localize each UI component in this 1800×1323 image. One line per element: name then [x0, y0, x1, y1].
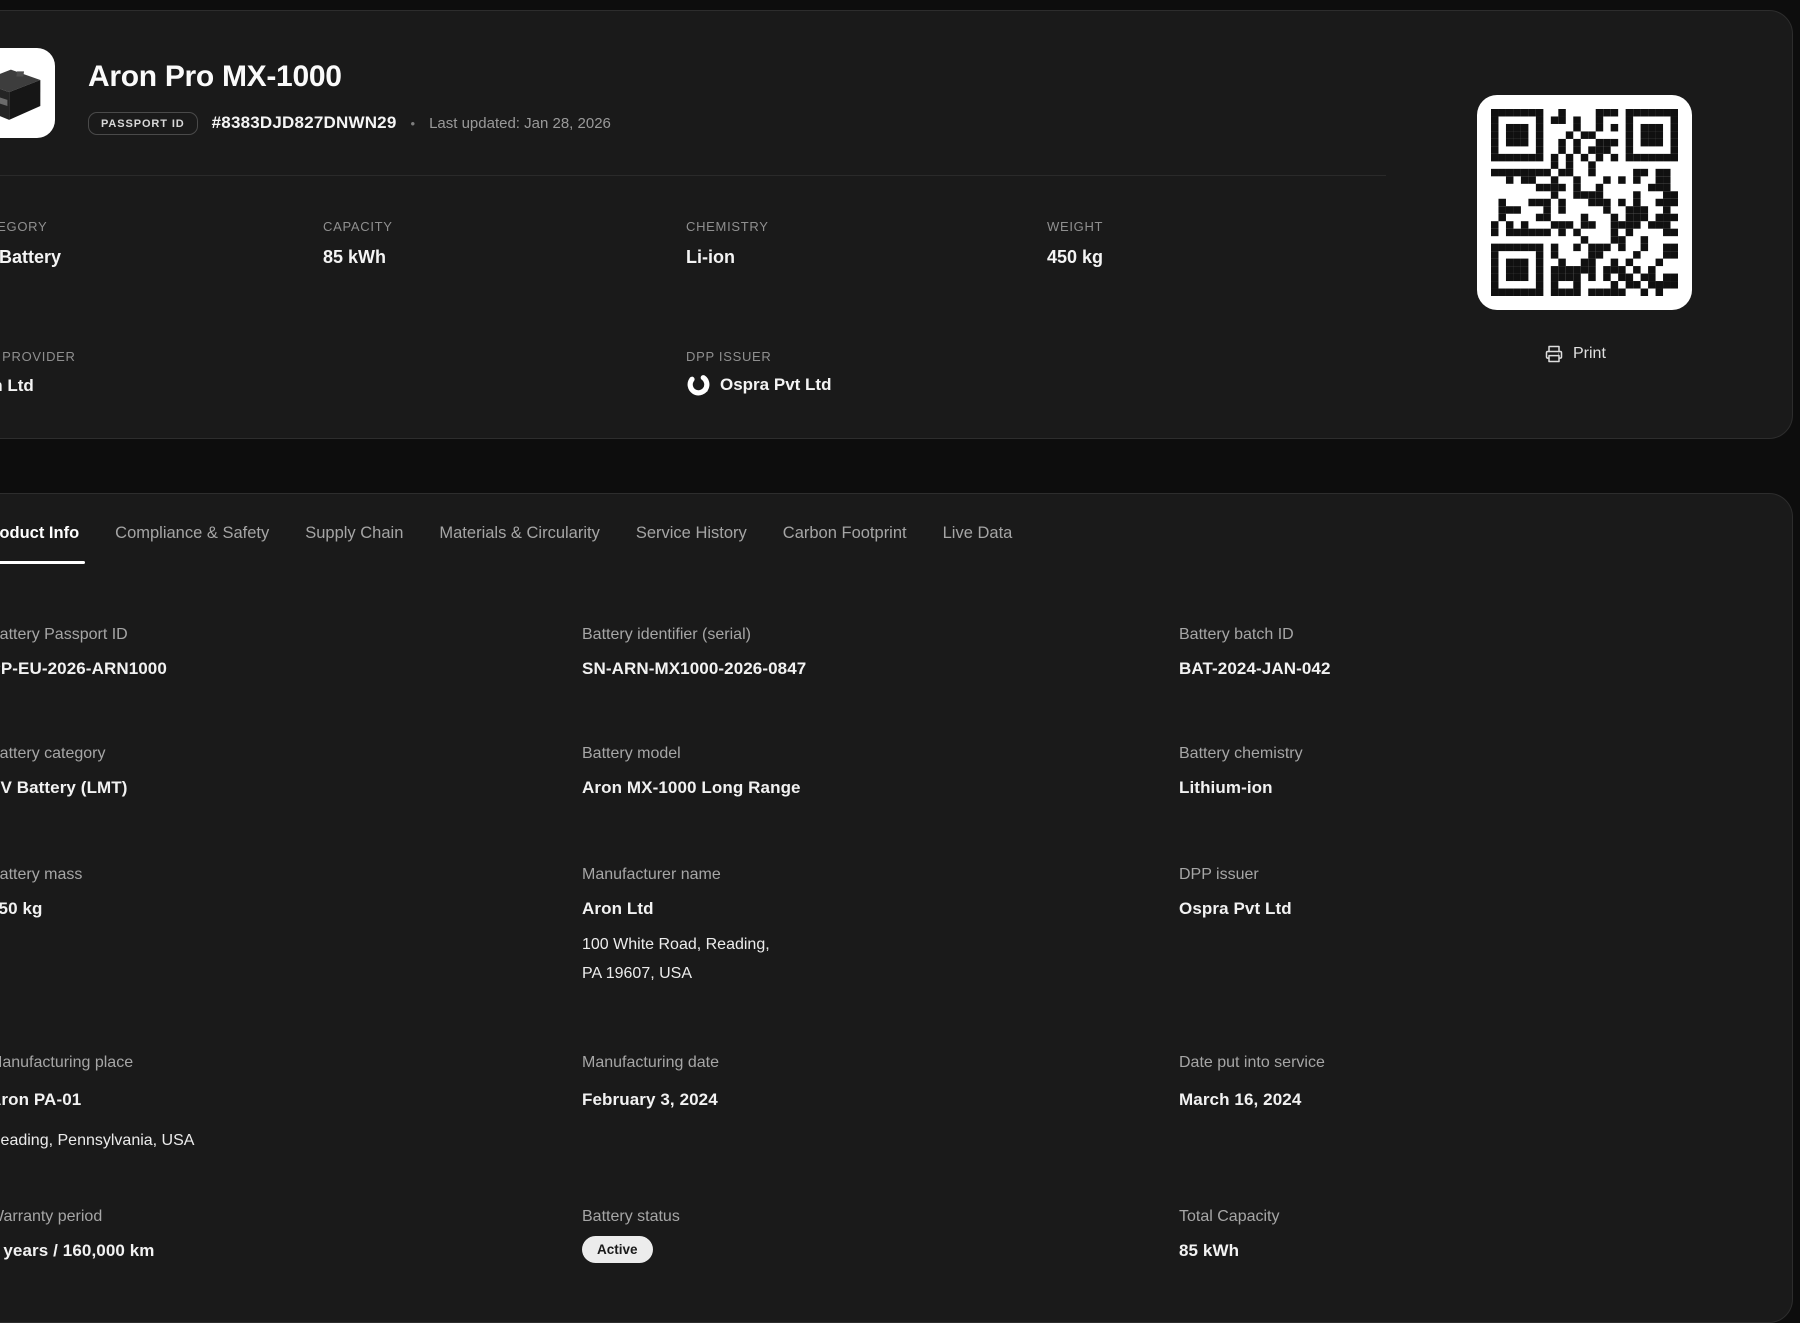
- field-value-manufacturing-place: Aron PA-01: [0, 1090, 81, 1110]
- tab-service-history[interactable]: Service History: [636, 523, 747, 544]
- field-value-battery-identifier: SN-ARN-MX1000-2026-0847: [582, 659, 806, 679]
- dpp-issuer-value: Ospra Pvt Ltd: [720, 375, 831, 395]
- stat-value-chemistry: Li-ion: [686, 247, 735, 268]
- dpp-issuer-value-row: Ospra Pvt Ltd: [686, 372, 831, 397]
- passport-row: PASSPORT ID #8383DJD827DNWN29 • Last upd…: [88, 108, 611, 138]
- field-label-battery-category: Battery category: [0, 745, 106, 763]
- print-label: Print: [1573, 345, 1606, 363]
- last-updated: Last updated: Jan 28, 2026: [429, 115, 611, 132]
- field-value-warranty-period: 8 years / 160,000 km: [0, 1241, 155, 1261]
- manufacturing-place-line2: Reading, Pennsylvania, USA: [0, 1126, 194, 1155]
- dot-separator: •: [411, 116, 416, 131]
- field-value-total-capacity: 85 kWh: [1179, 1241, 1239, 1261]
- product-thumbnail: [0, 48, 55, 138]
- printer-icon: [1544, 344, 1564, 364]
- field-value-battery-model: Aron MX-1000 Long Range: [582, 778, 801, 798]
- field-label-battery-identifier: Battery identifier (serial): [582, 626, 751, 644]
- dpp-issuer-label: DPP ISSUER: [686, 349, 772, 364]
- field-value-dpp-issuer: Ospra Pvt Ltd: [1179, 899, 1292, 919]
- manufacturer-address: 100 White Road, Reading, PA 19607, USA: [582, 930, 770, 988]
- issuer-logo-icon: [686, 372, 711, 397]
- field-value-manufacturing-date: February 3, 2024: [582, 1090, 718, 1110]
- tab-carbon-footprint[interactable]: Carbon Footprint: [783, 523, 907, 544]
- field-label-warranty-period: Warranty period: [0, 1208, 102, 1226]
- field-label-battery-chemistry: Battery chemistry: [1179, 745, 1303, 763]
- tab-live-data[interactable]: Live Data: [943, 523, 1013, 544]
- provider-value: Aron Ltd: [0, 376, 34, 396]
- tab-product-info[interactable]: Product Info: [0, 523, 79, 544]
- content-card: [0, 493, 1793, 1323]
- manufacturer-address-line1: 100 White Road, Reading,: [582, 930, 770, 959]
- field-label-battery-model: Battery model: [582, 745, 681, 763]
- stat-label-capacity: CAPACITY: [323, 219, 393, 234]
- field-label-battery-status: Battery status: [582, 1208, 680, 1226]
- field-label-battery-mass: Battery mass: [0, 866, 82, 884]
- passport-id-badge: PASSPORT ID: [88, 112, 198, 135]
- field-label-manufacturing-date: Manufacturing date: [582, 1054, 719, 1072]
- field-value-date-put-into-service: March 16, 2024: [1179, 1090, 1301, 1110]
- passport-id-value: #8383DJD827DNWN29: [212, 113, 397, 133]
- field-value-battery-chemistry: Lithium-ion: [1179, 778, 1273, 798]
- tab-bar: Product Info Compliance & Safety Supply …: [0, 523, 1012, 544]
- print-button[interactable]: Print: [1544, 344, 1606, 364]
- field-label-date-put-into-service: Date put into service: [1179, 1054, 1325, 1072]
- battery-image-icon: [0, 54, 49, 132]
- stat-label-weight: WEIGHT: [1047, 219, 1103, 234]
- manufacturer-address-line2: PA 19607, USA: [582, 959, 770, 988]
- field-value-manufacturer-name: Aron Ltd: [582, 899, 654, 919]
- tab-compliance-safety[interactable]: Compliance & Safety: [115, 523, 269, 544]
- header-divider: [0, 175, 1386, 176]
- provider-label: DATA PROVIDER: [0, 349, 76, 364]
- tab-supply-chain[interactable]: Supply Chain: [305, 523, 403, 544]
- tab-materials-circularity[interactable]: Materials & Circularity: [439, 523, 599, 544]
- field-value-battery-category: EV Battery (LMT): [0, 778, 128, 798]
- stat-value-capacity: 85 kWh: [323, 247, 386, 268]
- field-value-battery-passport-id: DPP-EU-2026-ARN1000: [0, 659, 167, 679]
- field-label-manufacturing-place: Manufacturing place: [0, 1054, 133, 1072]
- field-label-manufacturer-name: Manufacturer name: [582, 866, 721, 884]
- field-value-battery-mass: 450 kg: [0, 899, 43, 919]
- field-value-battery-batch-id: BAT-2024-JAN-042: [1179, 659, 1331, 679]
- page-title: Aron Pro MX-1000: [88, 60, 342, 94]
- qr-code: [1477, 95, 1692, 310]
- field-label-battery-passport-id: Battery Passport ID: [0, 626, 128, 644]
- field-label-battery-batch-id: Battery batch ID: [1179, 626, 1294, 644]
- stat-value-category: EV Battery: [0, 247, 61, 268]
- stat-label-chemistry: CHEMISTRY: [686, 219, 769, 234]
- stat-label-category: CATEGORY: [0, 219, 47, 234]
- field-label-dpp-issuer: DPP issuer: [1179, 866, 1259, 884]
- stat-value-weight: 450 kg: [1047, 247, 1103, 268]
- dpp-page: { "header": { "product_name": "Aron Pro …: [0, 0, 1800, 1250]
- field-label-total-capacity: Total Capacity: [1179, 1208, 1280, 1226]
